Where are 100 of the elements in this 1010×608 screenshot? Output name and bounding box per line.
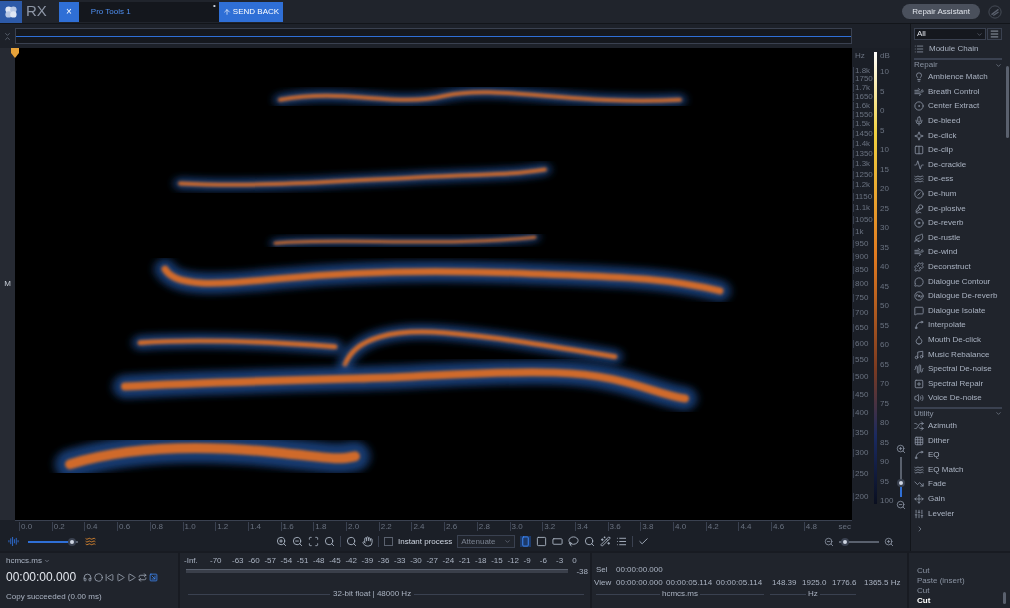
playhead-marker[interactable] — [11, 48, 19, 58]
module-item[interactable]: Gain — [914, 491, 1007, 507]
frequency-label: 1.5k — [853, 120, 871, 129]
caret-icon — [995, 410, 1002, 418]
zoom-out-icon[interactable] — [292, 536, 303, 547]
module-item[interactable]: Voice De-noise — [914, 391, 1007, 406]
play-icon[interactable] — [116, 572, 126, 582]
history-item[interactable]: Cut — [917, 596, 931, 606]
loop-icon[interactable] — [138, 572, 148, 582]
view-label: View — [594, 578, 612, 587]
module-item[interactable]: Mouth De-click — [914, 332, 1007, 348]
level-label: 65 — [880, 360, 889, 369]
zoom-in-icon[interactable] — [276, 536, 287, 547]
time-label: 3.0 — [509, 522, 523, 531]
frequency-label: 350 — [853, 428, 869, 437]
view-value: 00:00:05.114 — [716, 578, 763, 587]
expand-icon[interactable] — [916, 524, 924, 533]
headphones-icon[interactable] — [83, 572, 93, 582]
section-header[interactable]: Utility — [914, 406, 1002, 419]
search-icon[interactable] — [346, 536, 357, 547]
display-blend-slider[interactable] — [28, 537, 78, 546]
level-label: 50 — [880, 302, 889, 310]
file-selector[interactable]: hcmcs.ms — [6, 555, 50, 567]
hand-icon[interactable] — [362, 536, 373, 547]
time-label: 0.4 — [84, 522, 98, 531]
menu-icon[interactable] — [987, 28, 1002, 40]
module-item[interactable]: Spectral Repair — [914, 376, 1007, 392]
module-item[interactable]: De-click — [914, 128, 1007, 143]
magic-wand-icon[interactable] — [600, 536, 612, 547]
list-icon[interactable] — [616, 536, 628, 547]
level-label: 60 — [880, 341, 889, 349]
module-filter-select[interactable]: All — [914, 28, 986, 40]
frequency-label: 300 — [853, 449, 869, 458]
level-unit: dB — [880, 52, 890, 60]
vertical-zoom-slider[interactable] — [897, 457, 905, 497]
module-item[interactable]: Center Extract — [914, 99, 1007, 114]
mode-select[interactable]: Attenuate — [457, 535, 516, 548]
zoom-out-icon[interactable] — [896, 500, 906, 510]
module-item[interactable]: De-wind — [914, 245, 1007, 260]
module-item[interactable]: Azimuth — [914, 418, 1007, 434]
module-item[interactable]: Dialogue Contour — [914, 274, 1007, 289]
module-item[interactable]: EQ Match — [914, 462, 1007, 478]
zoom-fit-icon[interactable] — [324, 536, 335, 547]
module-item[interactable]: De-hum — [914, 186, 1007, 202]
module-item[interactable]: De-rustle — [914, 230, 1007, 246]
level-label: 15 — [880, 165, 889, 174]
zoom-in-icon[interactable] — [896, 444, 906, 454]
meter-label: -15 — [491, 556, 503, 565]
meter-label: -48 — [313, 556, 325, 565]
horizontal-zoom-slider[interactable] — [839, 537, 879, 546]
time-label: 2.4 — [411, 522, 425, 531]
lasso-icon[interactable] — [568, 536, 580, 547]
instant-process-checkbox[interactable] — [384, 537, 393, 546]
zoom-out-icon[interactable] — [824, 536, 834, 547]
send-back-button[interactable]: SEND BACK — [218, 1, 284, 22]
module-item[interactable]: Dither — [914, 433, 1007, 448]
document-tab[interactable]: Pro Tools 1 • — [78, 1, 219, 22]
module-item[interactable]: De-ess — [914, 172, 1007, 187]
square-selection-icon[interactable] — [536, 536, 548, 547]
skip-back-icon[interactable] — [105, 572, 115, 582]
module-item[interactable]: Spectral De-noise — [914, 361, 1007, 377]
checkmark-icon[interactable] — [638, 536, 650, 547]
section-header[interactable]: Repair — [914, 58, 1002, 70]
history-item[interactable]: Cut — [917, 566, 930, 576]
waveform-overview[interactable] — [15, 28, 852, 44]
circle-dot-icon — [914, 101, 924, 112]
module-item[interactable]: Fade — [914, 477, 1007, 492]
module-item[interactable]: Deconstruct — [914, 259, 1007, 275]
module-item[interactable]: Breath Control — [914, 84, 1007, 100]
spectrogram-icon[interactable] — [85, 536, 96, 547]
zoom-selection-icon[interactable] — [308, 536, 319, 547]
repair-assistant-button[interactable]: Repair Assistant — [902, 4, 980, 19]
history-item[interactable]: Cut — [917, 586, 930, 596]
meter-label: -18 — [475, 556, 487, 565]
history-item[interactable]: Paste (insert) — [917, 576, 965, 586]
waveform-icon[interactable] — [8, 536, 19, 547]
module-chain-item[interactable]: Module Chain — [914, 41, 1007, 57]
module-item[interactable]: De-plosive — [914, 201, 1007, 216]
module-item[interactable]: Dialogue Isolate — [914, 303, 1007, 319]
frequency-selection-icon[interactable] — [552, 536, 564, 547]
module-item[interactable]: Dialogue De-reverb — [914, 288, 1007, 304]
columns-icon — [914, 145, 924, 156]
time-label: 1.0 — [182, 522, 196, 531]
module-item[interactable]: De-reverb — [914, 215, 1007, 231]
play-selection-icon[interactable] — [127, 572, 137, 582]
zoom-in-icon[interactable] — [884, 536, 894, 547]
time-unit-label: hcmcs.ms — [660, 589, 700, 599]
module-item[interactable]: Leveler — [914, 506, 1007, 521]
frequency-label: 750 — [853, 294, 869, 303]
time-selection-icon[interactable] — [520, 536, 532, 547]
module-item[interactable]: Ambience Match — [914, 70, 1007, 85]
module-item[interactable]: Music Rebalance — [914, 347, 1007, 362]
module-item[interactable]: De-bleed — [914, 113, 1007, 129]
module-item[interactable]: EQ — [914, 447, 1007, 463]
frequency-label: 1k — [853, 227, 864, 236]
close-tab-button[interactable]: × — [58, 1, 79, 22]
module-item[interactable]: De-clip — [914, 142, 1007, 158]
record-icon[interactable] — [94, 572, 104, 582]
module-item[interactable]: De-crackle — [914, 157, 1007, 173]
module-item[interactable]: Interpolate — [914, 318, 1007, 333]
